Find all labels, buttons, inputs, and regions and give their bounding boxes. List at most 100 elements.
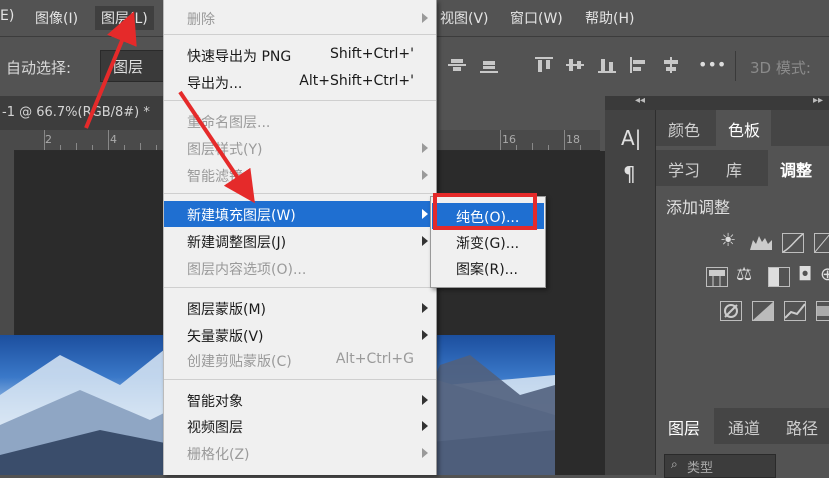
menu-item-new-adjustment-layer[interactable]: 新建调整图层(J) [164, 228, 436, 254]
invert-icon[interactable] [720, 301, 742, 321]
document-tab[interactable]: -1 @ 66.7%(RGB/8#) * [0, 96, 165, 130]
distribute-bottom-icon[interactable] [598, 57, 616, 73]
3d-mode-label: 3D 模式: [750, 59, 811, 77]
divider [735, 51, 736, 81]
gradient-map-icon[interactable] [816, 301, 829, 321]
panel-collapse-strip[interactable]: ◂◂ ▸▸ [605, 95, 829, 110]
submenu-arrow-icon [422, 330, 428, 340]
expand-icon[interactable]: ▸▸ [813, 95, 823, 106]
tab-swatches[interactable]: 色板 [728, 117, 760, 141]
menu-item-label: 图层内容选项(O)... [187, 262, 307, 278]
menu-help[interactable]: 帮助(H) [585, 8, 634, 28]
submenu-arrow-icon [422, 236, 428, 246]
add-adjustment-title: 添加调整 [666, 198, 731, 217]
vibrance-icon[interactable] [706, 267, 728, 287]
menu-item-layer-style[interactable]: 图层样式(Y) [164, 135, 436, 161]
align-left-icon[interactable] [448, 57, 466, 73]
align-bottom-icon[interactable] [480, 57, 498, 73]
menu-item-new-fill-layer[interactable]: 新建填充图层(W) [164, 201, 436, 227]
distribute-vcenter-icon[interactable] [566, 57, 584, 73]
menu-item-shortcut: Shift+Ctrl+' [329, 46, 414, 62]
submenu-arrow-icon [422, 303, 428, 313]
menu-item-label: 视频图层 [187, 420, 243, 436]
menu-image[interactable]: 图像(I) [35, 8, 78, 28]
tab-adjustments[interactable]: 调整 [780, 157, 812, 181]
levels-icon[interactable] [750, 234, 772, 252]
black-white-icon[interactable] [768, 267, 790, 287]
tab-paths[interactable]: 路径 [786, 415, 818, 439]
menu-item-layer-content-options[interactable]: 图层内容选项(O)... [164, 255, 436, 281]
exposure-icon[interactable] [814, 233, 829, 253]
menu-item-export-as[interactable]: 导出为... Alt+Shift+Ctrl+' [164, 69, 436, 95]
menu-item-rasterize[interactable]: 栅格化(Z) [164, 440, 436, 466]
tab-color[interactable]: 颜色 [668, 117, 700, 141]
menu-item-smart-filter[interactable]: 智能滤镜 [164, 162, 436, 188]
paragraph-panel-icon[interactable]: ¶ [623, 162, 636, 186]
submenu-item-pattern[interactable]: 图案(R)... [432, 255, 544, 281]
menu-item-video-layers[interactable]: 视频图层 [164, 413, 436, 439]
submenu-arrow-icon [422, 421, 428, 431]
tab-layers[interactable]: 图层 [668, 415, 700, 439]
more-options-icon[interactable]: ••• [698, 55, 726, 74]
ruler-number: 18 [566, 133, 580, 146]
ruler-number: 16 [502, 133, 516, 146]
photo-filter-icon[interactable]: ◘ [798, 264, 812, 285]
channel-mixer-icon[interactable]: ⊕ [820, 264, 829, 285]
tab-channels[interactable]: 通道 [728, 415, 760, 439]
menu-view[interactable]: 视图(V) [440, 8, 489, 28]
layer-filter-input[interactable]: ⌕ 类型 [664, 454, 776, 478]
brightness-icon[interactable]: ☀ [720, 230, 736, 251]
tab-libraries[interactable]: 库 [726, 157, 742, 181]
menu-item-label: 新建调整图层(J) [187, 235, 287, 251]
submenu-item-label: 渐变(G)... [456, 236, 520, 252]
menu-separator [164, 379, 436, 380]
panel-tool-column: A| ¶ [605, 110, 656, 475]
auto-select-value: 图层 [113, 58, 144, 76]
menu-item-label: 栅格化(Z) [187, 447, 250, 463]
right-panel: 颜色 色板 学习 库 调整 添加调整 ☀ ⚖ ◘ ⊕ 图层 通道 路径 ⌕ 类型 [656, 110, 829, 478]
menu-separator [164, 287, 436, 288]
collapse-icon[interactable]: ◂◂ [635, 95, 645, 106]
auto-select-label: 自动选择: [6, 59, 72, 77]
menu-item-smart-object[interactable]: 智能对象 [164, 387, 436, 413]
menu-edit[interactable]: E) [0, 8, 14, 24]
menu-window[interactable]: 窗口(W) [510, 8, 563, 28]
submenu-arrow-icon [422, 209, 428, 219]
menu-item-delete[interactable]: 删除 [164, 5, 436, 31]
color-balance-icon[interactable]: ⚖ [736, 264, 752, 285]
submenu-arrow-icon [422, 13, 428, 23]
posterize-icon[interactable] [752, 301, 774, 321]
layer-menu-dropdown: 删除 快速导出为 PNG Shift+Ctrl+' 导出为... Alt+Shi… [163, 0, 437, 475]
distribute-top-icon[interactable] [535, 57, 553, 73]
submenu-item-label: 图案(R)... [456, 262, 519, 278]
submenu-item-gradient[interactable]: 渐变(G)... [432, 229, 544, 255]
distribute-left-icon[interactable] [630, 57, 648, 73]
tab-learn[interactable]: 学习 [668, 157, 700, 181]
menu-layer[interactable]: 图层(L) [95, 6, 154, 30]
threshold-icon[interactable] [784, 301, 806, 321]
menu-item-label: 智能滤镜 [187, 169, 243, 185]
ruler-number: 2 [45, 133, 52, 146]
ruler-number: 4 [110, 133, 117, 146]
menu-item-label: 矢量蒙版(V) [187, 329, 264, 345]
distribute-hcenter-icon[interactable] [662, 57, 680, 73]
menu-item-vector-mask[interactable]: 矢量蒙版(V) [164, 322, 436, 348]
menu-item-create-clipping-mask[interactable]: 创建剪贴蒙版(C) Alt+Ctrl+G [164, 347, 436, 373]
menu-item-label: 重命名图层... [187, 115, 271, 131]
menu-item-rename-layer[interactable]: 重命名图层... [164, 108, 436, 134]
auto-select-dropdown[interactable]: 图层 [100, 50, 164, 82]
menu-item-shortcut: Alt+Ctrl+G [335, 351, 414, 367]
curves-icon[interactable] [782, 233, 804, 253]
submenu-arrow-icon [422, 143, 428, 153]
character-panel-icon[interactable]: A| [621, 126, 641, 150]
menu-item-label: 图层样式(Y) [187, 142, 263, 158]
submenu-arrow-icon [422, 395, 428, 405]
menu-item-label: 导出为... [187, 76, 243, 92]
menu-separator [164, 193, 436, 194]
menu-item-layer-mask[interactable]: 图层蒙版(M) [164, 295, 436, 321]
submenu-arrow-icon [422, 448, 428, 458]
menu-item-label: 创建剪贴蒙版(C) [187, 354, 292, 370]
menu-item-label: 智能对象 [187, 394, 243, 410]
menu-item-label: 图层蒙版(M) [187, 302, 267, 318]
menu-item-quick-export-png[interactable]: 快速导出为 PNG Shift+Ctrl+' [164, 42, 436, 68]
